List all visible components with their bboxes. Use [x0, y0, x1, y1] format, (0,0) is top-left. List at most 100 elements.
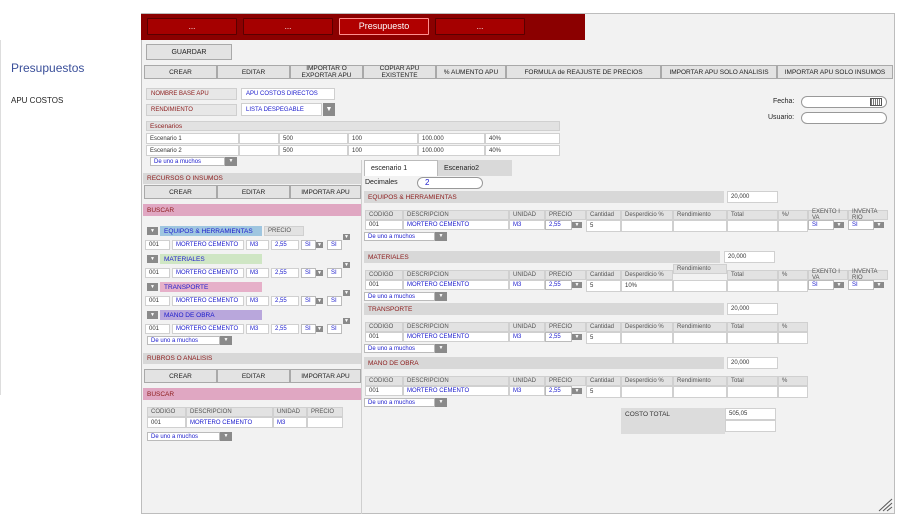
- recursos-paging-dropdown-icon[interactable]: ▼: [220, 336, 232, 345]
- rubros-buscar[interactable]: BUSCAR: [143, 388, 361, 400]
- escenarios-paging[interactable]: De uno a muchos: [150, 157, 225, 166]
- import-insumos-button[interactable]: IMPORTAR APU SOLO INSUMOS: [777, 65, 893, 79]
- section-row-price[interactable]: 2,55: [545, 280, 572, 290]
- sidebar-item-apu-costos[interactable]: APU COSTOS: [11, 96, 63, 105]
- resource-si-1-dropdown-icon[interactable]: ▼: [316, 326, 323, 332]
- section-paging-dropdown-icon[interactable]: ▼: [435, 398, 447, 407]
- section-row-desp[interactable]: 10%: [621, 280, 673, 292]
- section-paging[interactable]: De uno a muchos: [364, 232, 435, 241]
- section-price-dropdown-icon[interactable]: ▼: [572, 222, 582, 228]
- section-row-rend[interactable]: [673, 220, 727, 232]
- section-iva-dropdown-icon[interactable]: ▼: [834, 222, 844, 228]
- section-row-iva[interactable]: SI: [808, 280, 834, 290]
- resource-si-1[interactable]: SI: [301, 240, 316, 250]
- resource-si-1-dropdown-icon[interactable]: ▼: [316, 242, 323, 248]
- section-price-dropdown-icon[interactable]: ▼: [572, 334, 582, 340]
- vertical-divider: [361, 160, 362, 514]
- section-row-desp[interactable]: [621, 386, 673, 398]
- resource-si-2-dropdown-icon[interactable]: ▼: [343, 290, 350, 296]
- aumento-apu-button[interactable]: % AUMENTO APU: [436, 65, 506, 79]
- section-paging[interactable]: De uno a muchos: [364, 344, 435, 353]
- section-row-rend[interactable]: [673, 280, 727, 292]
- import-export-button[interactable]: IMPORTAR O EXPORTAR APU: [290, 65, 363, 79]
- group-label: MANO DE OBRA: [160, 310, 262, 320]
- section-paging-dropdown-icon[interactable]: ▼: [435, 344, 447, 353]
- nombre-base-field[interactable]: APU COSTOS DIRECTOS: [241, 88, 335, 100]
- resource-si-2[interactable]: SI: [327, 296, 342, 306]
- escenarios-paging-dropdown-icon[interactable]: ▼: [225, 157, 237, 166]
- rendimiento-dropdown-icon[interactable]: ▼: [323, 103, 335, 116]
- group-collapse-icon[interactable]: ▼: [147, 283, 158, 291]
- save-button[interactable]: GUARDAR: [146, 44, 232, 60]
- section-inventario-dropdown-icon[interactable]: ▼: [874, 282, 884, 288]
- section-price-dropdown-icon[interactable]: ▼: [572, 388, 582, 394]
- resource-si-1[interactable]: SI: [301, 296, 316, 306]
- resource-si-1[interactable]: SI: [301, 268, 316, 278]
- group-collapse-icon[interactable]: ▼: [147, 227, 158, 235]
- rubros-paging-dropdown-icon[interactable]: ▼: [220, 432, 232, 441]
- section-col-header: EXENTO I VA: [808, 209, 848, 221]
- nav-tab-presupuesto[interactable]: Presupuesto: [339, 18, 429, 35]
- formula-reajuste-button[interactable]: FORMULA de REAJUSTE DE PRECIOS: [506, 65, 661, 79]
- section-paging[interactable]: De uno a muchos: [364, 398, 435, 407]
- recursos-buscar[interactable]: BUSCAR: [143, 204, 361, 216]
- copiar-apu-button[interactable]: COPIAR APU EXISTENTE: [363, 65, 436, 79]
- section-row-qty[interactable]: 5: [586, 220, 621, 232]
- resource-si-2[interactable]: SI: [327, 268, 342, 278]
- resource-si-1[interactable]: SI: [301, 324, 316, 334]
- rubros-editar-button[interactable]: EDITAR: [217, 369, 290, 383]
- section-paging-dropdown-icon[interactable]: ▼: [435, 232, 447, 241]
- calendar-icon[interactable]: [870, 98, 882, 106]
- section-row-price[interactable]: 2,55: [545, 220, 572, 230]
- rendimiento-select[interactable]: LISTA DESPEGABLE: [241, 103, 322, 116]
- tab-escenario-2[interactable]: Escenario2: [438, 160, 512, 176]
- section-row-rend[interactable]: [673, 386, 727, 398]
- section-inventario-dropdown-icon[interactable]: ▼: [874, 222, 884, 228]
- resource-si-2[interactable]: SI: [327, 324, 342, 334]
- section-row-iva[interactable]: SI: [808, 220, 834, 230]
- editar-button[interactable]: EDITAR: [217, 65, 290, 79]
- section-row-qty[interactable]: 5: [586, 280, 621, 292]
- resource-si-2[interactable]: SI: [327, 240, 342, 250]
- recursos-paging[interactable]: De uno a muchos: [147, 336, 220, 345]
- crear-button[interactable]: CREAR: [144, 65, 217, 79]
- section-row-qty[interactable]: 5: [586, 386, 621, 398]
- section-row-inventario[interactable]: SI: [848, 280, 874, 290]
- rubros-paging[interactable]: De uno a muchos: [147, 432, 220, 441]
- resize-grip-icon[interactable]: [877, 498, 893, 512]
- group-collapse-icon[interactable]: ▼: [147, 255, 158, 263]
- nav-tab-1[interactable]: ...: [147, 18, 237, 35]
- resource-si-2-dropdown-icon[interactable]: ▼: [343, 262, 350, 268]
- section-iva-dropdown-icon[interactable]: ▼: [834, 282, 844, 288]
- nav-tab-4[interactable]: ...: [435, 18, 525, 35]
- escenario-cell: 100.000: [418, 133, 485, 144]
- section-row-qty[interactable]: 5: [586, 332, 621, 344]
- section-row-rend[interactable]: [673, 332, 727, 344]
- rubros-importar-button[interactable]: IMPORTAR APU: [290, 369, 361, 383]
- section-paging[interactable]: De uno a muchos: [364, 292, 435, 301]
- section-paging-dropdown-icon[interactable]: ▼: [435, 292, 447, 301]
- recursos-importar-button[interactable]: IMPORTAR APU: [290, 185, 361, 199]
- resource-si-1-dropdown-icon[interactable]: ▼: [316, 270, 323, 276]
- resource-si-2-dropdown-icon[interactable]: ▼: [343, 234, 350, 240]
- group-collapse-icon[interactable]: ▼: [147, 311, 158, 319]
- section-row-desp[interactable]: [621, 332, 673, 344]
- section-row-desp[interactable]: [621, 220, 673, 232]
- import-analisis-button[interactable]: IMPORTAR APU SOLO ANALISIS: [661, 65, 777, 79]
- section-row-price[interactable]: 2,55: [545, 386, 572, 396]
- resource-unit: M3: [246, 296, 269, 306]
- section-price-dropdown-icon[interactable]: ▼: [572, 282, 582, 288]
- decimales-label: Decimales: [365, 179, 398, 186]
- rubros-crear-button[interactable]: CREAR: [144, 369, 217, 383]
- resource-si-2-dropdown-icon[interactable]: ▼: [343, 318, 350, 324]
- recursos-crear-button[interactable]: CREAR: [144, 185, 217, 199]
- usuario-input[interactable]: [801, 112, 887, 124]
- nav-tab-2[interactable]: ...: [243, 18, 333, 35]
- section-row-inventario[interactable]: SI: [848, 220, 874, 230]
- fecha-label: Fecha:: [773, 98, 795, 105]
- resource-si-1-dropdown-icon[interactable]: ▼: [316, 298, 323, 304]
- decimales-input[interactable]: 2: [417, 177, 483, 189]
- recursos-editar-button[interactable]: EDITAR: [217, 185, 290, 199]
- tab-escenario-1[interactable]: escenario 1: [364, 160, 438, 176]
- section-row-price[interactable]: 2,55: [545, 332, 572, 342]
